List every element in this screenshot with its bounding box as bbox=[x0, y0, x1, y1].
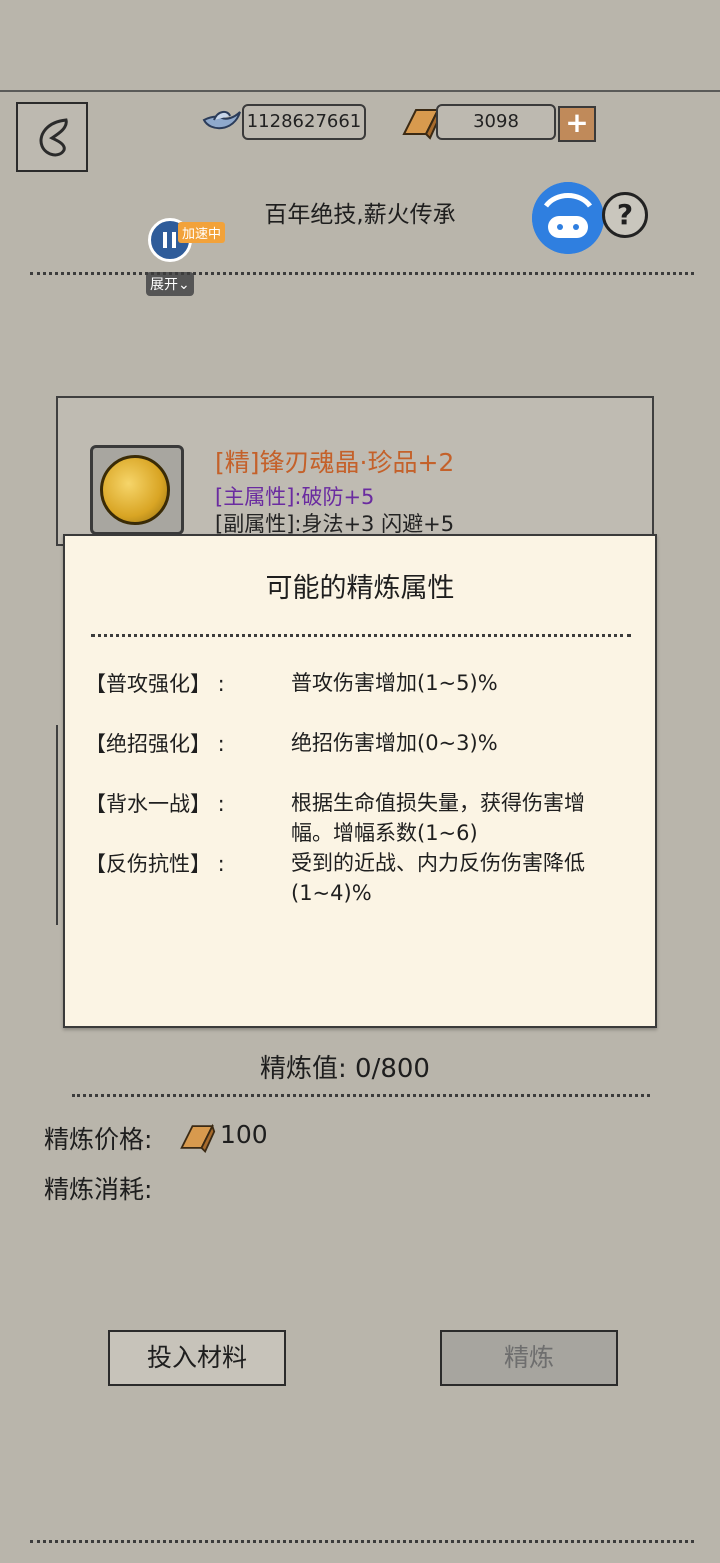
silver-amount: 1128627661 bbox=[242, 104, 366, 140]
chevron-down-icon: ⌄ bbox=[178, 277, 190, 293]
header-divider bbox=[0, 90, 720, 92]
help-button[interactable]: ? bbox=[602, 192, 648, 238]
refine-button[interactable]: 精炼 bbox=[440, 1330, 618, 1386]
gold-bar-icon bbox=[180, 1123, 216, 1154]
popup-title: 可能的精炼属性 bbox=[265, 573, 455, 604]
item-main-attr: [主属性]:破防+5 bbox=[215, 485, 375, 509]
divider bbox=[72, 1094, 650, 1097]
input-material-button[interactable]: 投入材料 bbox=[108, 1330, 286, 1386]
attribute-desc: 受到的近战、内力反伤伤害降低(1~4)% bbox=[291, 851, 585, 905]
item-name: [精]锋刃魂晶·珍品+2 bbox=[215, 448, 455, 477]
attribute-desc: 普攻伤害增加(1~5)% bbox=[291, 671, 498, 695]
attribute-key: 【绝招强化】 : bbox=[85, 732, 225, 756]
refine-price-value: 100 bbox=[220, 1120, 268, 1149]
back-icon bbox=[39, 118, 68, 157]
refine-value: 精炼值: 0/800 bbox=[260, 1054, 430, 1084]
attribute-key: 【反伤抗性】 : bbox=[85, 852, 225, 876]
gem-icon bbox=[100, 455, 170, 525]
refine-cost-label: 精炼消耗: bbox=[44, 1175, 153, 1204]
help-icon: ? bbox=[616, 198, 634, 231]
accelerating-badge: 加速中 bbox=[178, 222, 226, 243]
attribute-desc: 绝招伤害增加(0~3)% bbox=[291, 731, 498, 755]
silver-ingot-icon bbox=[202, 110, 241, 130]
add-gold-button[interactable]: + bbox=[558, 106, 596, 142]
attribute-key: 【普攻强化】 : bbox=[85, 672, 225, 696]
divider bbox=[30, 1540, 694, 1543]
expand-button[interactable]: 展开⌄ bbox=[146, 272, 194, 296]
back-button[interactable] bbox=[16, 102, 88, 172]
divider bbox=[30, 272, 694, 275]
app-icon[interactable] bbox=[532, 182, 604, 254]
popup-divider bbox=[91, 634, 631, 637]
gold-amount: 3098 bbox=[436, 104, 556, 140]
refine-attributes-popup[interactable]: 可能的精炼属性 【普攻强化】 : 普攻伤害增加(1~5)% 【绝招强化】 : 绝… bbox=[63, 534, 657, 1028]
attribute-desc: 根据生命值损失量，获得伤害增幅。增幅系数(1~6) bbox=[291, 791, 585, 845]
plus-icon: + bbox=[565, 106, 589, 139]
refine-price-label: 精炼价格: bbox=[44, 1125, 153, 1154]
attribute-key: 【背水一战】 : bbox=[85, 792, 225, 816]
